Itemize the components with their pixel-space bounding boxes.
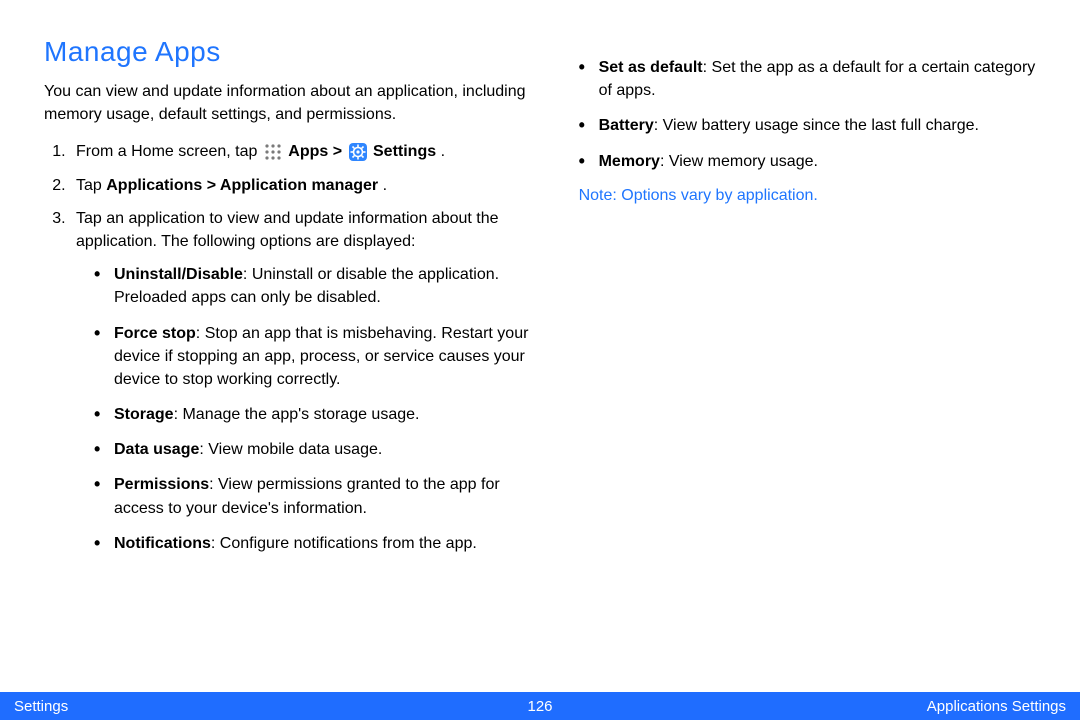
footer-left: Settings <box>14 698 68 715</box>
apps-grid-icon <box>264 143 282 161</box>
step-1-apps-label: Apps <box>288 143 328 160</box>
step-1-text-prefix: From a Home screen, tap <box>76 143 262 160</box>
option-battery: Battery: View battery usage since the la… <box>579 114 1036 137</box>
step-2: Tap Applications > Application manager . <box>70 174 531 197</box>
option-data-usage: Data usage: View mobile data usage. <box>94 438 531 461</box>
option-desc: : Manage the app's storage usage. <box>174 406 420 423</box>
option-term: Set as default <box>599 59 703 76</box>
step-2-dot: . <box>383 177 387 194</box>
option-desc: : View battery usage since the last full… <box>654 117 979 134</box>
intro-paragraph: You can view and update information abou… <box>44 80 531 126</box>
option-term: Data usage <box>114 441 199 458</box>
option-term: Storage <box>114 406 174 423</box>
option-storage: Storage: Manage the app's storage usage. <box>94 403 531 426</box>
steps-list: From a Home screen, tap Apps > <box>44 140 531 555</box>
footer-right: Applications Settings <box>927 698 1066 715</box>
option-term: Permissions <box>114 476 209 493</box>
step-1-settings-label: Settings <box>373 143 436 160</box>
option-notifications: Notifications: Configure notifications f… <box>94 532 531 555</box>
option-uninstall: Uninstall/Disable: Uninstall or disable … <box>94 263 531 309</box>
option-memory: Memory: View memory usage. <box>579 150 1036 173</box>
option-term: Uninstall/Disable <box>114 266 243 283</box>
option-force-stop: Force stop: Stop an app that is misbehav… <box>94 322 531 392</box>
option-term: Force stop <box>114 325 196 342</box>
footer-page-number: 126 <box>527 698 552 715</box>
step-2-prefix: Tap <box>76 177 106 194</box>
options-list-right: Set as default: Set the app as a default… <box>579 56 1036 173</box>
page-footer: Settings 126 Applications Settings <box>0 692 1080 720</box>
options-list-left: Uninstall/Disable: Uninstall or disable … <box>76 263 531 555</box>
option-set-default: Set as default: Set the app as a default… <box>579 56 1036 102</box>
step-3: Tap an application to view and update in… <box>70 207 531 555</box>
option-desc: : Configure notifications from the app. <box>211 535 477 552</box>
step-1-dot: . <box>441 143 445 160</box>
option-term: Memory <box>599 153 660 170</box>
step-1-gt: > <box>333 143 347 160</box>
step-1: From a Home screen, tap Apps > <box>70 140 531 163</box>
step-3-text: Tap an application to view and update in… <box>76 210 499 250</box>
note-text: : Options vary by application. <box>612 187 817 204</box>
option-term: Notifications <box>114 535 211 552</box>
option-desc: : View mobile data usage. <box>199 441 382 458</box>
option-permissions: Permissions: View permissions granted to… <box>94 473 531 519</box>
step-2-bold: Applications > Application manager <box>106 177 378 194</box>
option-desc: : View memory usage. <box>660 153 818 170</box>
note-label: Note <box>579 187 613 204</box>
section-heading: Manage Apps <box>44 36 531 68</box>
settings-gear-icon <box>349 143 367 161</box>
option-term: Battery <box>599 117 654 134</box>
note-line: Note: Options vary by application. <box>579 187 1036 205</box>
